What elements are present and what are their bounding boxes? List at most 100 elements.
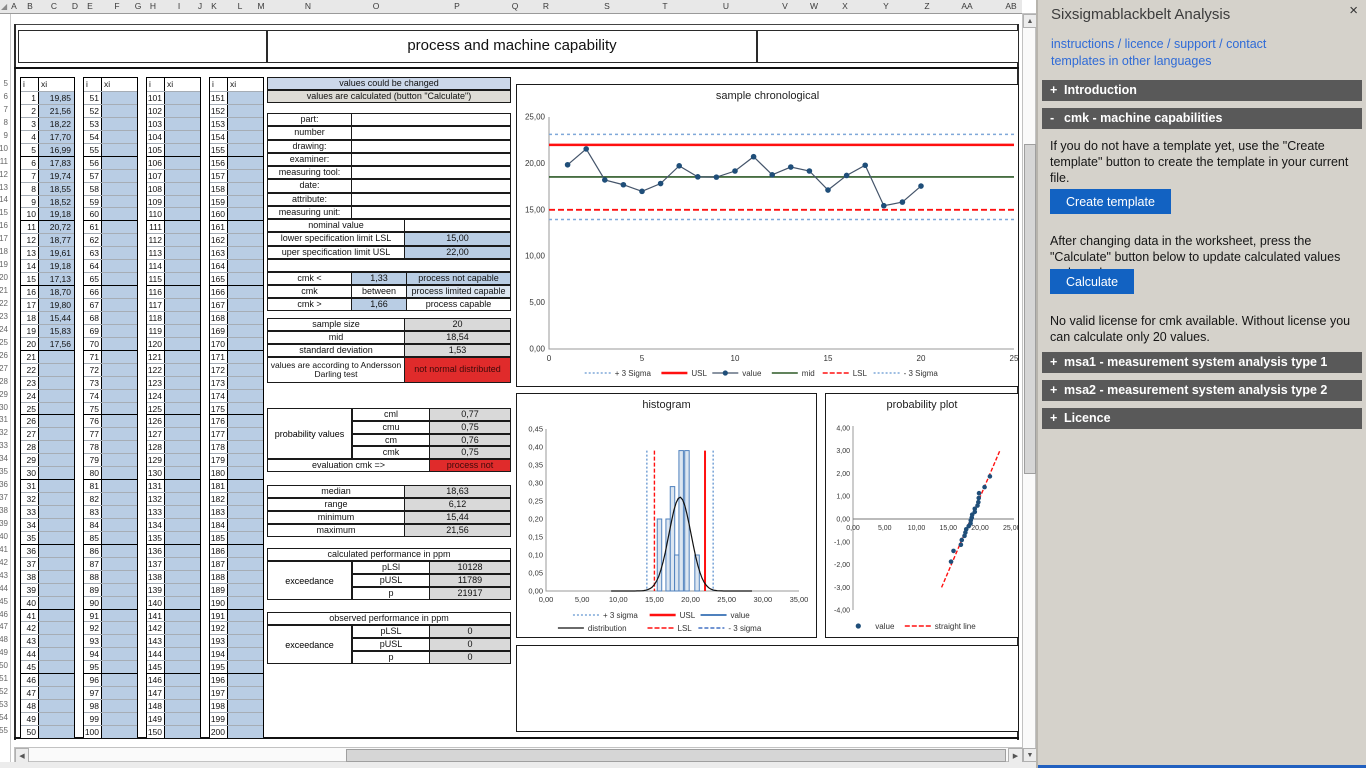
xi-value-cell[interactable] [165, 286, 200, 298]
xi-value-cell[interactable] [165, 622, 200, 635]
xi-value-cell[interactable] [228, 713, 263, 725]
xi-value-cell[interactable] [228, 583, 263, 596]
xi-value-cell[interactable] [39, 713, 74, 725]
xi-value-cell[interactable] [165, 208, 200, 221]
xi-value-cell[interactable] [228, 195, 263, 208]
section-licence[interactable]: + Licence [1042, 408, 1362, 429]
xi-value-cell[interactable] [228, 557, 263, 570]
column-header-Z[interactable]: Z [924, 1, 929, 11]
nominal-value-cell[interactable] [404, 219, 511, 232]
xi-value-cell[interactable] [165, 531, 200, 544]
column-headers[interactable]: ◢ A B C D E F G H I J K L M N O P Q R S T U V W X Y Z AA AB [0, 0, 1022, 14]
xi-value-cell[interactable] [102, 700, 137, 712]
row-header[interactable]: 23 [0, 312, 10, 324]
scroll-down-arrow[interactable]: ▼ [1023, 748, 1037, 762]
xi-value-cell[interactable] [102, 467, 137, 480]
links-instructions-licence-support-contact[interactable]: instructions / licence / support / conta… [1051, 36, 1266, 53]
xi-value-cell[interactable] [228, 376, 263, 389]
xi-value-cell[interactable] [39, 583, 74, 596]
xi-value-cell[interactable] [228, 544, 263, 557]
row-header[interactable]: 22 [0, 299, 10, 311]
row-header[interactable]: 25 [0, 338, 10, 350]
xi-value-cell[interactable] [228, 480, 263, 493]
xi-value-cell[interactable]: 15,83 [39, 324, 74, 337]
xi-value-cell[interactable] [102, 506, 137, 518]
xi-value-cell[interactable] [165, 441, 200, 454]
section-cmk[interactable]: - cmk - machine capabilities [1042, 108, 1362, 129]
xi-value-cell[interactable] [228, 92, 263, 104]
xi-value-cell[interactable]: 19,74 [39, 169, 74, 182]
xi-value-cell[interactable] [102, 428, 137, 441]
xi-value-cell[interactable] [102, 648, 137, 661]
row-header[interactable]: 51 [0, 674, 10, 686]
xi-value-cell[interactable] [228, 648, 263, 661]
xi-value-cell[interactable] [165, 195, 200, 208]
xi-value-cell[interactable] [228, 389, 263, 402]
xi-value-cell[interactable] [165, 454, 200, 467]
horizontal-scrollbar[interactable]: ◀ ▶ [14, 747, 1023, 763]
xi-value-cell[interactable] [102, 208, 137, 221]
row-header[interactable]: 9 [0, 131, 10, 143]
row-header[interactable]: 34 [0, 454, 10, 466]
meta-value-cell[interactable] [351, 126, 511, 140]
xi-value-cell[interactable] [228, 182, 263, 195]
row-header[interactable]: 36 [0, 480, 10, 492]
column-header-A[interactable]: A [11, 1, 17, 11]
column-header-R[interactable]: R [543, 1, 549, 11]
xi-value-cell[interactable]: 19,61 [39, 247, 74, 260]
row-header[interactable]: 16 [0, 221, 10, 233]
row-header[interactable]: 21 [0, 286, 10, 298]
xi-value-cell[interactable] [102, 234, 137, 247]
xi-value-cell[interactable] [228, 700, 263, 712]
xi-value-cell[interactable] [165, 234, 200, 247]
xi-value-cell[interactable] [102, 286, 137, 298]
xi-value-cell[interactable] [102, 531, 137, 544]
xi-value-cell[interactable] [39, 531, 74, 544]
column-header-M[interactable]: M [257, 1, 264, 11]
xi-value-cell[interactable] [165, 674, 200, 687]
row-header[interactable]: 13 [0, 183, 10, 195]
xi-value-cell[interactable] [165, 609, 200, 622]
row-header[interactable]: 45 [0, 597, 10, 609]
xi-value-cell[interactable] [165, 467, 200, 480]
xi-value-cell[interactable] [228, 363, 263, 376]
xi-value-cell[interactable] [228, 570, 263, 583]
xi-value-cell[interactable] [165, 389, 200, 402]
xi-value-cell[interactable] [165, 117, 200, 130]
xi-value-cell[interactable] [39, 518, 74, 531]
vertical-scroll-thumb[interactable] [1024, 144, 1036, 474]
xi-value-cell[interactable] [165, 493, 200, 505]
row-header[interactable]: 5 [0, 79, 10, 91]
xi-value-cell[interactable] [102, 622, 137, 635]
xi-value-cell[interactable] [39, 376, 74, 389]
xi-value-cell[interactable] [102, 480, 137, 493]
xi-value-cell[interactable] [39, 506, 74, 518]
xi-value-cell[interactable] [165, 583, 200, 596]
column-header-J[interactable]: J [198, 1, 202, 11]
xi-value-cell[interactable] [102, 518, 137, 531]
scroll-up-arrow[interactable]: ▲ [1023, 14, 1037, 28]
cmk-threshold-value[interactable]: 1,33 [351, 272, 407, 285]
notes-box[interactable] [516, 645, 1019, 732]
xi-value-cell[interactable] [39, 441, 74, 454]
xi-value-cell[interactable]: 18,70 [39, 286, 74, 298]
lsl-value-cell[interactable]: 15,00 [404, 232, 511, 246]
xi-value-cell[interactable] [102, 311, 137, 324]
xi-value-cell[interactable] [102, 609, 137, 622]
xi-value-cell[interactable] [165, 648, 200, 661]
column-header-D[interactable]: D [72, 1, 78, 11]
row-header[interactable]: 46 [0, 610, 10, 622]
xi-value-cell[interactable]: 17,56 [39, 337, 74, 350]
column-header-N[interactable]: N [305, 1, 311, 11]
xi-value-cell[interactable] [165, 700, 200, 712]
xi-value-cell[interactable] [165, 92, 200, 104]
column-header-V[interactable]: V [782, 1, 788, 11]
column-header-T[interactable]: T [662, 1, 667, 11]
worksheet[interactable]: process and machine capability sample ch… [0, 0, 1022, 762]
row-header[interactable]: 19 [0, 260, 10, 272]
row-header[interactable]: 33 [0, 441, 10, 453]
xi-value-cell[interactable] [228, 596, 263, 609]
xi-value-cell[interactable] [102, 195, 137, 208]
xi-value-cell[interactable]: 17,83 [39, 156, 74, 169]
xi-value-cell[interactable]: 19,18 [39, 260, 74, 273]
